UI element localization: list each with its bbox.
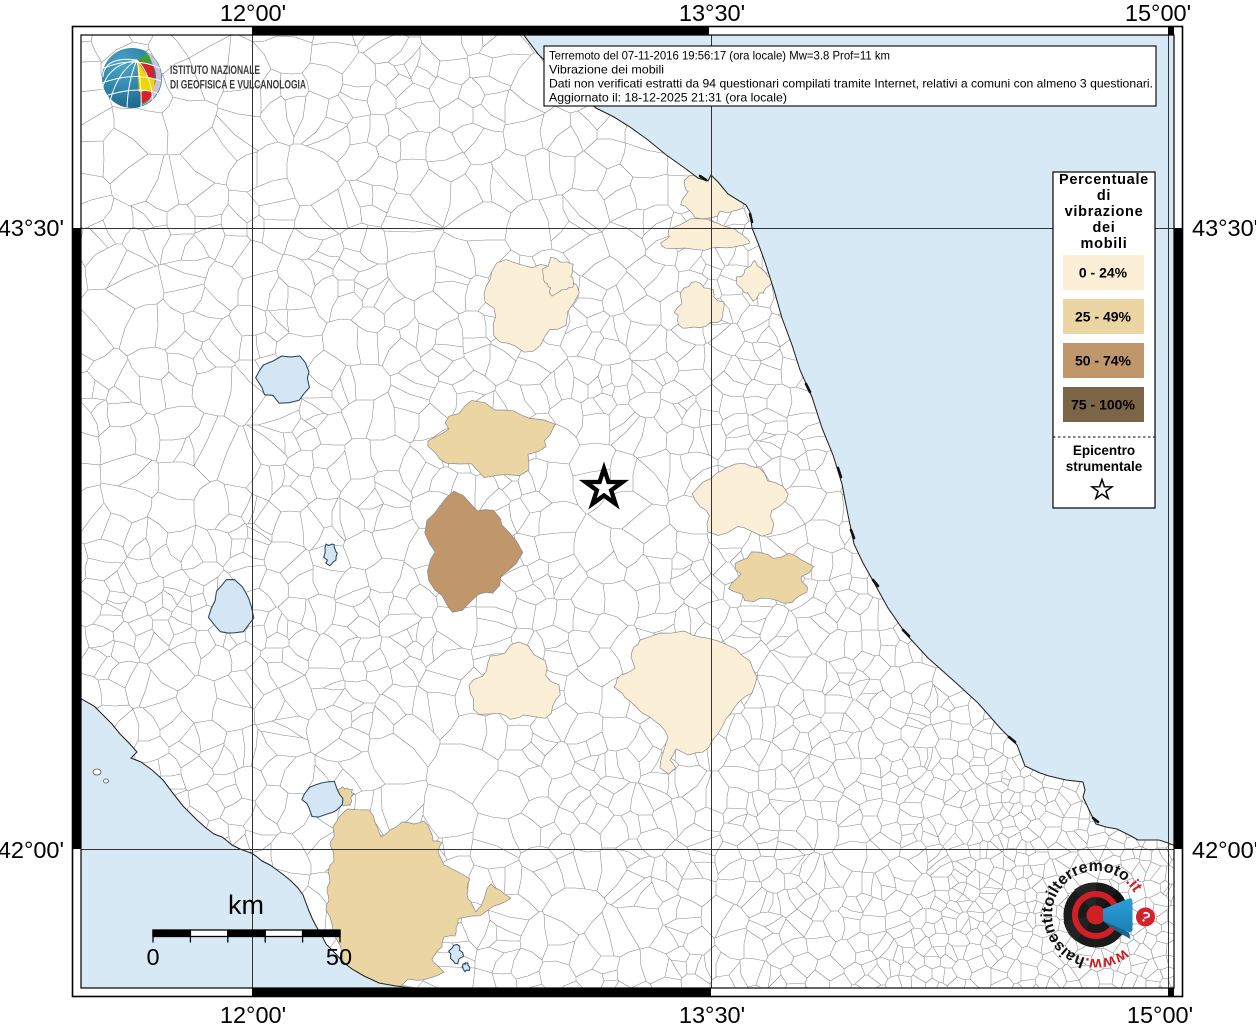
svg-text:42°00': 42°00' [0, 837, 64, 863]
svg-text:50: 50 [326, 944, 352, 970]
svg-text:Dati non verificati estratti d: Dati non verificati estratti da 94 quest… [549, 77, 1153, 91]
svg-text:42°00': 42°00' [1192, 837, 1256, 863]
svg-text:15°00': 15°00' [1125, 0, 1191, 26]
svg-text:Percentuale: Percentuale [1059, 172, 1149, 188]
svg-text:13°30': 13°30' [679, 1002, 745, 1024]
svg-text:75 - 100%: 75 - 100% [1071, 397, 1135, 413]
svg-text:43°30': 43°30' [0, 215, 64, 241]
svg-text:mobili: mobili [1081, 236, 1128, 252]
svg-text:Terremoto del 07-11-2016 19:56: Terremoto del 07-11-2016 19:56:17 (ora l… [549, 49, 890, 63]
svg-text:km: km [228, 890, 264, 920]
svg-text:di: di [1097, 188, 1111, 204]
svg-text:ISTITUTO NAZIONALE: ISTITUTO NAZIONALE [170, 65, 260, 77]
svg-text:12°00': 12°00' [220, 0, 286, 26]
svg-text:13°30': 13°30' [679, 0, 745, 26]
svg-text:Epicentro: Epicentro [1073, 443, 1135, 458]
svg-text:DI GEOFISICA E VULCANOLOGIA: DI GEOFISICA E VULCANOLOGIA [170, 80, 306, 92]
svg-text:25 - 49%: 25 - 49% [1075, 309, 1132, 325]
svg-text:Vibrazione dei mobili: Vibrazione dei mobili [549, 63, 664, 77]
svg-text:0 - 24%: 0 - 24% [1079, 265, 1128, 281]
svg-text:12°00': 12°00' [220, 1002, 286, 1024]
svg-text:Aggiornato il: 18-12-2025 21:3: Aggiornato il: 18-12-2025 21:31 (ora loc… [549, 91, 787, 105]
svg-text:15°00': 15°00' [1127, 1002, 1193, 1024]
svg-text:50 - 74%: 50 - 74% [1075, 353, 1132, 369]
svg-text:vibrazione: vibrazione [1065, 204, 1144, 220]
svg-text:0: 0 [146, 944, 159, 970]
svg-text:dei: dei [1092, 220, 1115, 236]
svg-text:43°30': 43°30' [1192, 215, 1256, 241]
svg-text:strumentale: strumentale [1066, 459, 1143, 474]
